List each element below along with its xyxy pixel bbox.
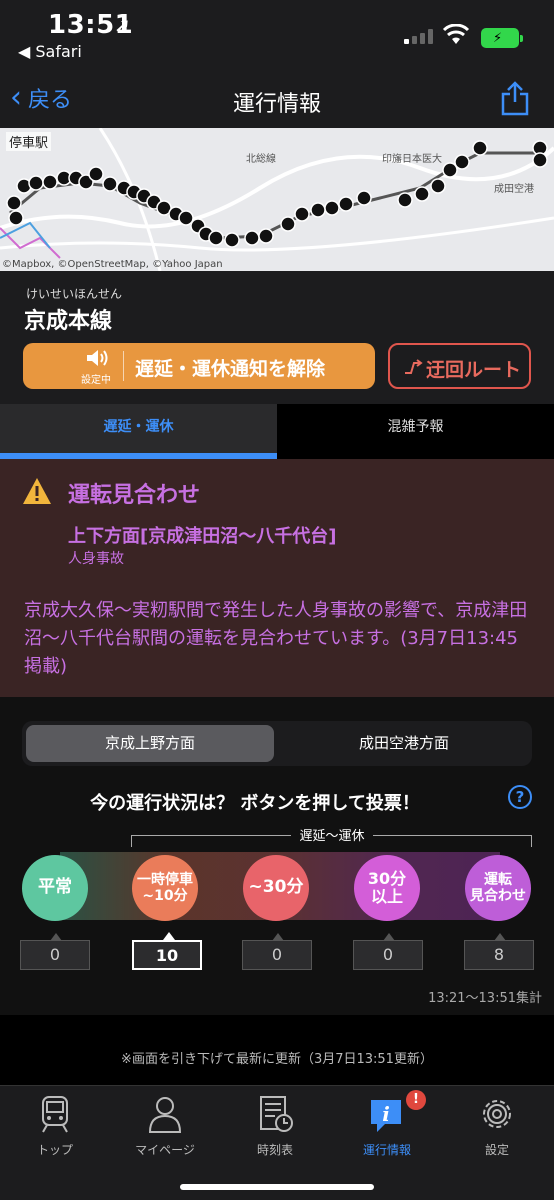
map-credit: ©Mapbox, ©OpenStreetMap, ©Yahoo Japan <box>2 259 223 270</box>
vote-section: 京成上野方面 成田空港方面 今の運行状況は？ ボタンを押して投票！ ? 遅延〜運… <box>0 697 554 1015</box>
vote-count: 10 <box>132 932 202 970</box>
tab-delay[interactable]: 遅延・運休 <box>0 404 277 459</box>
page-title: 運行情報 <box>232 92 321 117</box>
vote-count: 0 <box>353 933 423 970</box>
vote-button-under-10min[interactable]: 一時停車 ~10分 <box>132 855 198 921</box>
vote-button-suspended[interactable]: 運転 見合わせ <box>465 855 531 921</box>
person-icon <box>148 1097 182 1133</box>
map-place-label: 成田空港 <box>494 184 534 195</box>
back-to-safari-link[interactable]: ◀ Safari <box>18 42 82 61</box>
map-place-label: 北総線 <box>246 154 276 165</box>
tabbar-item-timetable[interactable]: 時刻表 <box>230 1094 320 1158</box>
notification-status: 設定中 <box>81 375 111 386</box>
vote-button-over-30min[interactable]: 30分 以上 <box>354 855 420 921</box>
timetable-icon <box>260 1096 293 1132</box>
signal-icon <box>404 28 434 44</box>
service-alert: 運転見合わせ 上下方面[京成津田沼〜八千代台] 人身事故 京成大久保〜実籾駅間で… <box>0 459 554 697</box>
alert-section: 上下方面[京成津田沼〜八千代台] <box>68 526 337 547</box>
tabbar-item-service-info[interactable]: i 運行情報 ! <box>342 1090 432 1158</box>
gear-icon <box>483 1100 511 1128</box>
map-canvas <box>0 128 554 271</box>
unsubscribe-notification-button[interactable]: 設定中 遅延・運休通知を解除 <box>23 343 375 389</box>
info-tabs: 遅延・運休 混雑予報 <box>0 404 554 459</box>
train-icon <box>42 1096 68 1133</box>
home-indicator <box>180 1184 374 1190</box>
vote-count: 0 <box>242 933 312 970</box>
detour-route-button[interactable]: 迂回ルート <box>388 343 531 389</box>
tabbar-item-top[interactable]: トップ <box>10 1094 100 1158</box>
tabbar-item-settings[interactable]: 設定 <box>452 1094 542 1158</box>
divider <box>123 351 124 381</box>
detour-button-label: 迂回ルート <box>426 359 522 381</box>
stop-station-legend: 停車駅 <box>6 132 52 151</box>
direction-option-ueno[interactable]: 京成上野方面 <box>26 725 274 762</box>
route-map[interactable]: 停車駅 北総線 印旛日本医大 成田空港 ©Mapbox, ©OpenStreet… <box>0 128 554 271</box>
vote-button-under-30min[interactable]: ~30分 <box>243 855 309 921</box>
tabbar-label: 設定 <box>484 1143 509 1157</box>
line-name: 京成本線 <box>24 309 113 334</box>
battery-icon: ⚡ <box>481 28 523 48</box>
vote-button-normal[interactable]: 平常 <box>22 855 88 921</box>
tabbar-label: 時刻表 <box>256 1143 293 1157</box>
vote-count: 8 <box>464 933 534 970</box>
warning-icon <box>23 478 51 504</box>
info-icon: i <box>371 1100 401 1132</box>
direction-selector: 京成上野方面 成田空港方面 <box>22 721 532 766</box>
navigation-bar: ‹ 戻る 運行情報 <box>0 72 554 128</box>
direction-option-narita[interactable]: 成田空港方面 <box>280 725 528 762</box>
map-place-label: 印旛日本医大 <box>382 154 442 165</box>
tabbar-label: トップ <box>36 1143 73 1157</box>
line-header: けいせいほんせん 京成本線 設定中 遅延・運休通知を解除 迂回ルート <box>0 271 554 404</box>
alert-cause: 人身事故 <box>68 551 124 567</box>
speaker-icon <box>87 350 108 366</box>
alert-headline: 運転見合わせ <box>68 483 201 508</box>
help-icon[interactable]: ? <box>508 785 532 809</box>
tabbar-label: マイページ <box>135 1143 195 1157</box>
location-arrow-icon: ➚ <box>114 13 131 37</box>
vote-question: 今の運行状況は？ ボタンを押して投票！ <box>90 793 420 814</box>
tab-congestion[interactable]: 混雑予報 <box>277 404 554 459</box>
status-bar: 13:51 ➚ ◀ Safari ⚡ <box>0 0 554 72</box>
line-reading: けいせいほんせん <box>26 287 123 301</box>
alert-badge: ! <box>406 1090 426 1110</box>
vote-count: 0 <box>20 933 90 970</box>
bottom-tab-bar: トップ マイページ 時刻表 i 運行情報 ! 設定 <box>0 1085 554 1200</box>
range-label: 遅延〜運休 <box>0 825 554 844</box>
notify-button-label: 遅延・運休通知を解除 <box>135 358 326 380</box>
svg-text:i: i <box>382 1102 390 1126</box>
share-icon[interactable] <box>500 80 530 116</box>
wifi-icon <box>442 24 470 44</box>
tabbar-label: 運行情報 <box>362 1143 411 1157</box>
aggregation-period: 13:21〜13:51集計 <box>428 991 542 1006</box>
detour-icon <box>405 359 423 374</box>
tabbar-item-mypage[interactable]: マイページ <box>120 1094 210 1158</box>
refresh-note: ※画面を引き下げて最新に更新（3月7日13:51更新） <box>0 1015 554 1085</box>
alert-body: 京成大久保〜実籾駅間で発生した人身事故の影響で、京成津田沼〜八千代台駅間の運転を… <box>24 600 528 677</box>
